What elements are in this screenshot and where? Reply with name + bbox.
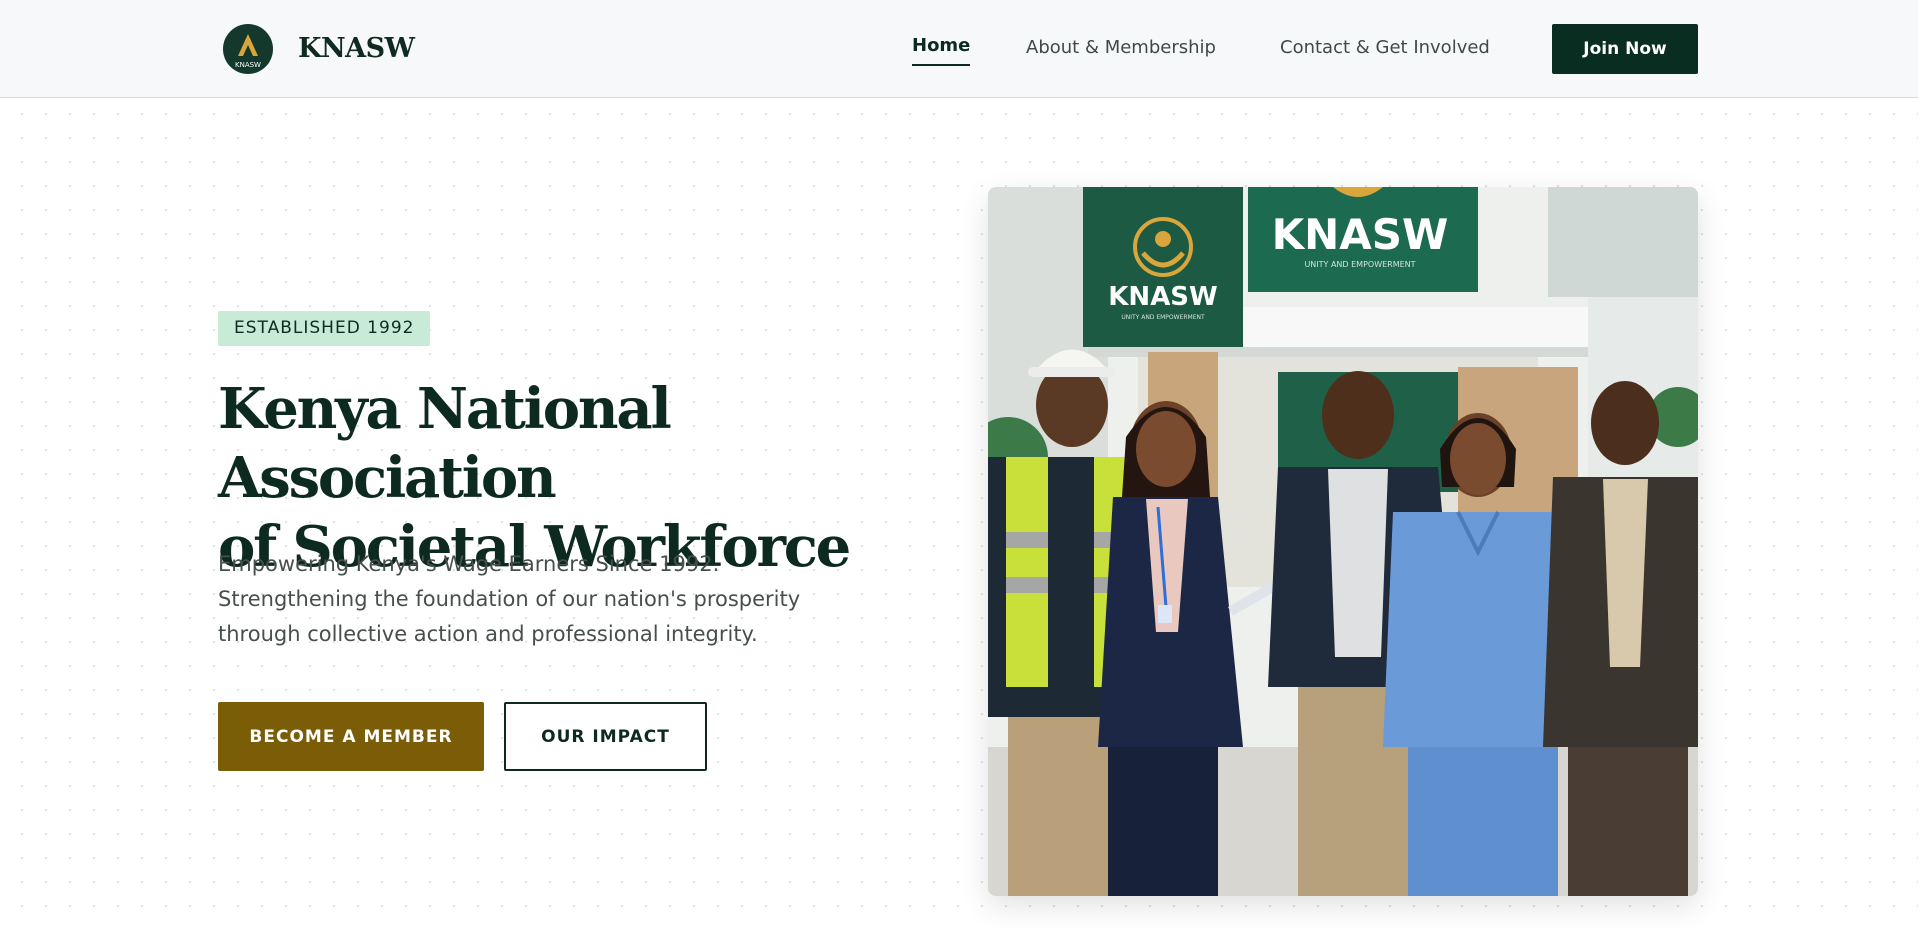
hero-photo: KNASW UNITY AND EMPOWERMENT KNASW UNITY … (988, 187, 1698, 896)
become-member-button[interactable]: BECOME A MEMBER (218, 702, 484, 771)
logo-text: KNASW (235, 61, 261, 69)
brand-name[interactable]: KNASW (298, 30, 415, 68)
mountain-icon: KNASW (235, 34, 261, 69)
join-now-button[interactable]: Join Now (1552, 24, 1698, 74)
nav-link-contact-get-involved[interactable]: Contact & Get Involved (1280, 36, 1490, 60)
our-impact-button[interactable]: OUR IMPACT (504, 702, 707, 771)
hero-title-line-1: Kenya National Association (218, 376, 672, 511)
page: KNASW KNASW Home About & Membership Cont… (0, 0, 1918, 928)
nav-link-home[interactable]: Home (912, 34, 971, 66)
top-navbar: KNASW KNASW Home About & Membership Cont… (0, 0, 1918, 98)
banner-left-subtitle: UNITY AND EMPOWERMENT (1121, 314, 1205, 321)
brand-logo[interactable]: KNASW (223, 24, 273, 74)
established-badge: ESTABLISHED 1992 (218, 311, 431, 346)
hero-subtitle: Empowering Kenya's Wage Earners Since 19… (218, 552, 801, 646)
banner-right-title: KNASW (1272, 210, 1449, 259)
nav-link-about-membership[interactable]: About & Membership (1026, 36, 1216, 60)
banner-left-title: KNASW (1108, 282, 1217, 312)
banner-right-subtitle: UNITY AND EMPOWERMENT (1304, 260, 1415, 269)
team-photo-illustration: KNASW UNITY AND EMPOWERMENT KNASW UNITY … (988, 187, 1698, 896)
